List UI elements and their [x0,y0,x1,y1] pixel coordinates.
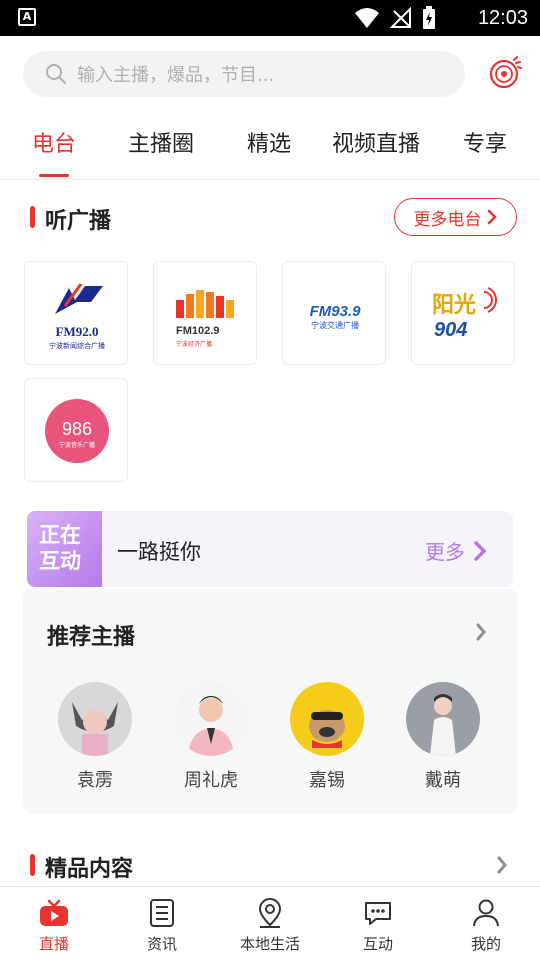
status-icons [354,6,436,30]
live-interaction-title: 一路挺你 [117,540,201,564]
station-card-904[interactable]: 阳光 904 [411,261,515,365]
tab-featured[interactable]: 精选 [247,126,291,158]
station-freq-fm1029: FM102.9 [176,325,219,337]
host-item[interactable]: 袁雳 [50,682,140,792]
user-icon [473,899,499,927]
chevron-right-icon [487,209,497,225]
status-bar: A 12:03 [0,0,540,36]
hosts-section-title: 推荐主播 [47,625,136,650]
section-accent-bar [30,854,35,876]
premium-section-title: 精品内容 [45,857,134,882]
badge-line-1: 正在 [39,523,81,547]
nav-label: 直播 [38,935,69,953]
nav-label: 互动 [362,935,393,953]
battery-icon [423,6,435,29]
wifi-icon [355,8,379,28]
category-tabs: 电台 主播圈 精选 视频直播 专享 [0,126,540,170]
host-name: 戴萌 [425,770,461,791]
nav-label: 资讯 [146,935,177,953]
station-freq-986: 986 [62,419,92,439]
no-signal-icon [390,7,411,28]
host-item[interactable]: 周礼虎 [166,682,256,792]
chevron-right-icon [474,540,487,561]
tv-icon [40,899,68,926]
divider [0,179,540,180]
radio-disc-icon [489,56,522,89]
station-logo-fm1029: FM102.9 宁波经济广播 [176,290,234,348]
recommended-hosts-card: 推荐主播 袁雳 周礼虎 嘉锡 戴萌 [23,589,517,813]
station-freq-fm939: FM93.9 [310,303,362,320]
nav-label: 我的 [470,935,501,953]
radio-disc-button[interactable] [487,54,523,90]
search-input[interactable]: 输入主播，爆品，节目... [23,51,465,97]
tab-radio[interactable]: 电台 [32,126,76,158]
station-logo-fm920: FM92.0 宁波新闻综合广播 [49,283,105,350]
chat-bubble-icon [365,902,391,925]
station-subtitle-fm920: 宁波新闻综合广播 [49,341,105,350]
section-accent-bar [30,206,35,228]
nav-live[interactable]: 直播 [0,887,108,960]
listen-section-title: 听广播 [45,209,112,234]
nav-profile[interactable]: 我的 [432,887,540,960]
station-freq-904: 904 [434,319,467,341]
live-more-label: 更多 [425,540,465,564]
avatar [58,682,132,756]
nav-label: 本地生活 [239,935,300,953]
tab-video-live[interactable]: 视频直播 [332,126,420,158]
live-interaction-card[interactable]: 正在 互动 一路挺你 更多 [27,511,513,587]
station-logo-986: 986 宁波音乐广播 [45,399,109,463]
more-stations-button[interactable]: 更多电台 [394,198,517,236]
search-placeholder: 输入主播，爆品，节目... [77,65,275,86]
chevron-right-icon [476,623,486,641]
notification-icon: A [18,8,36,26]
avatar [290,682,364,756]
station-card-fm939[interactable]: FM93.9 宁波交通广播 [282,261,386,365]
list-icon [150,899,174,927]
station-card-fm1029[interactable]: FM102.9 宁波经济广播 [153,261,257,365]
bottom-navigation: 直播 资讯 本地生活 互动 我的 [0,886,540,960]
host-name: 袁雳 [77,770,113,791]
station-logo-904: 阳光 904 [432,287,497,341]
tab-exclusive[interactable]: 专享 [463,126,507,158]
station-subtitle-fm939: 宁波交通广播 [311,320,359,330]
active-tab-indicator [39,174,69,177]
live-interaction-badge: 正在 互动 [27,511,102,587]
nav-interaction[interactable]: 互动 [324,887,432,960]
premium-more-button[interactable] [496,856,508,878]
hosts-more-button[interactable] [475,623,487,645]
host-item[interactable]: 戴萌 [398,682,488,792]
station-freq-fm920: FM92.0 [56,324,99,339]
station-card-fm920[interactable]: FM92.0 宁波新闻综合广播 [24,261,128,365]
status-time: 12:03 [477,7,528,29]
host-item[interactable]: 嘉锡 [282,682,372,792]
station-card-986[interactable]: 986 宁波音乐广播 [24,378,128,482]
avatar [174,682,248,756]
more-stations-label: 更多电台 [413,209,482,230]
station-subtitle-fm1029: 宁波经济广播 [176,340,212,348]
location-pin-icon [258,898,282,928]
live-more-button[interactable]: 更多 [425,536,487,565]
badge-line-2: 互动 [39,549,81,573]
avatar [406,682,480,756]
search-icon [46,64,66,84]
tab-host-circle[interactable]: 主播圈 [128,126,194,158]
nav-news[interactable]: 资讯 [108,887,216,960]
nav-local-life[interactable]: 本地生活 [216,887,324,960]
station-logo-fm939: FM93.9 宁波交通广播 [310,303,362,330]
station-subtitle-986: 宁波音乐广播 [59,441,95,449]
chevron-right-icon [497,856,507,874]
host-name: 嘉锡 [309,770,345,791]
station-brand-904: 阳光 [432,293,476,318]
host-name: 周礼虎 [184,770,238,791]
